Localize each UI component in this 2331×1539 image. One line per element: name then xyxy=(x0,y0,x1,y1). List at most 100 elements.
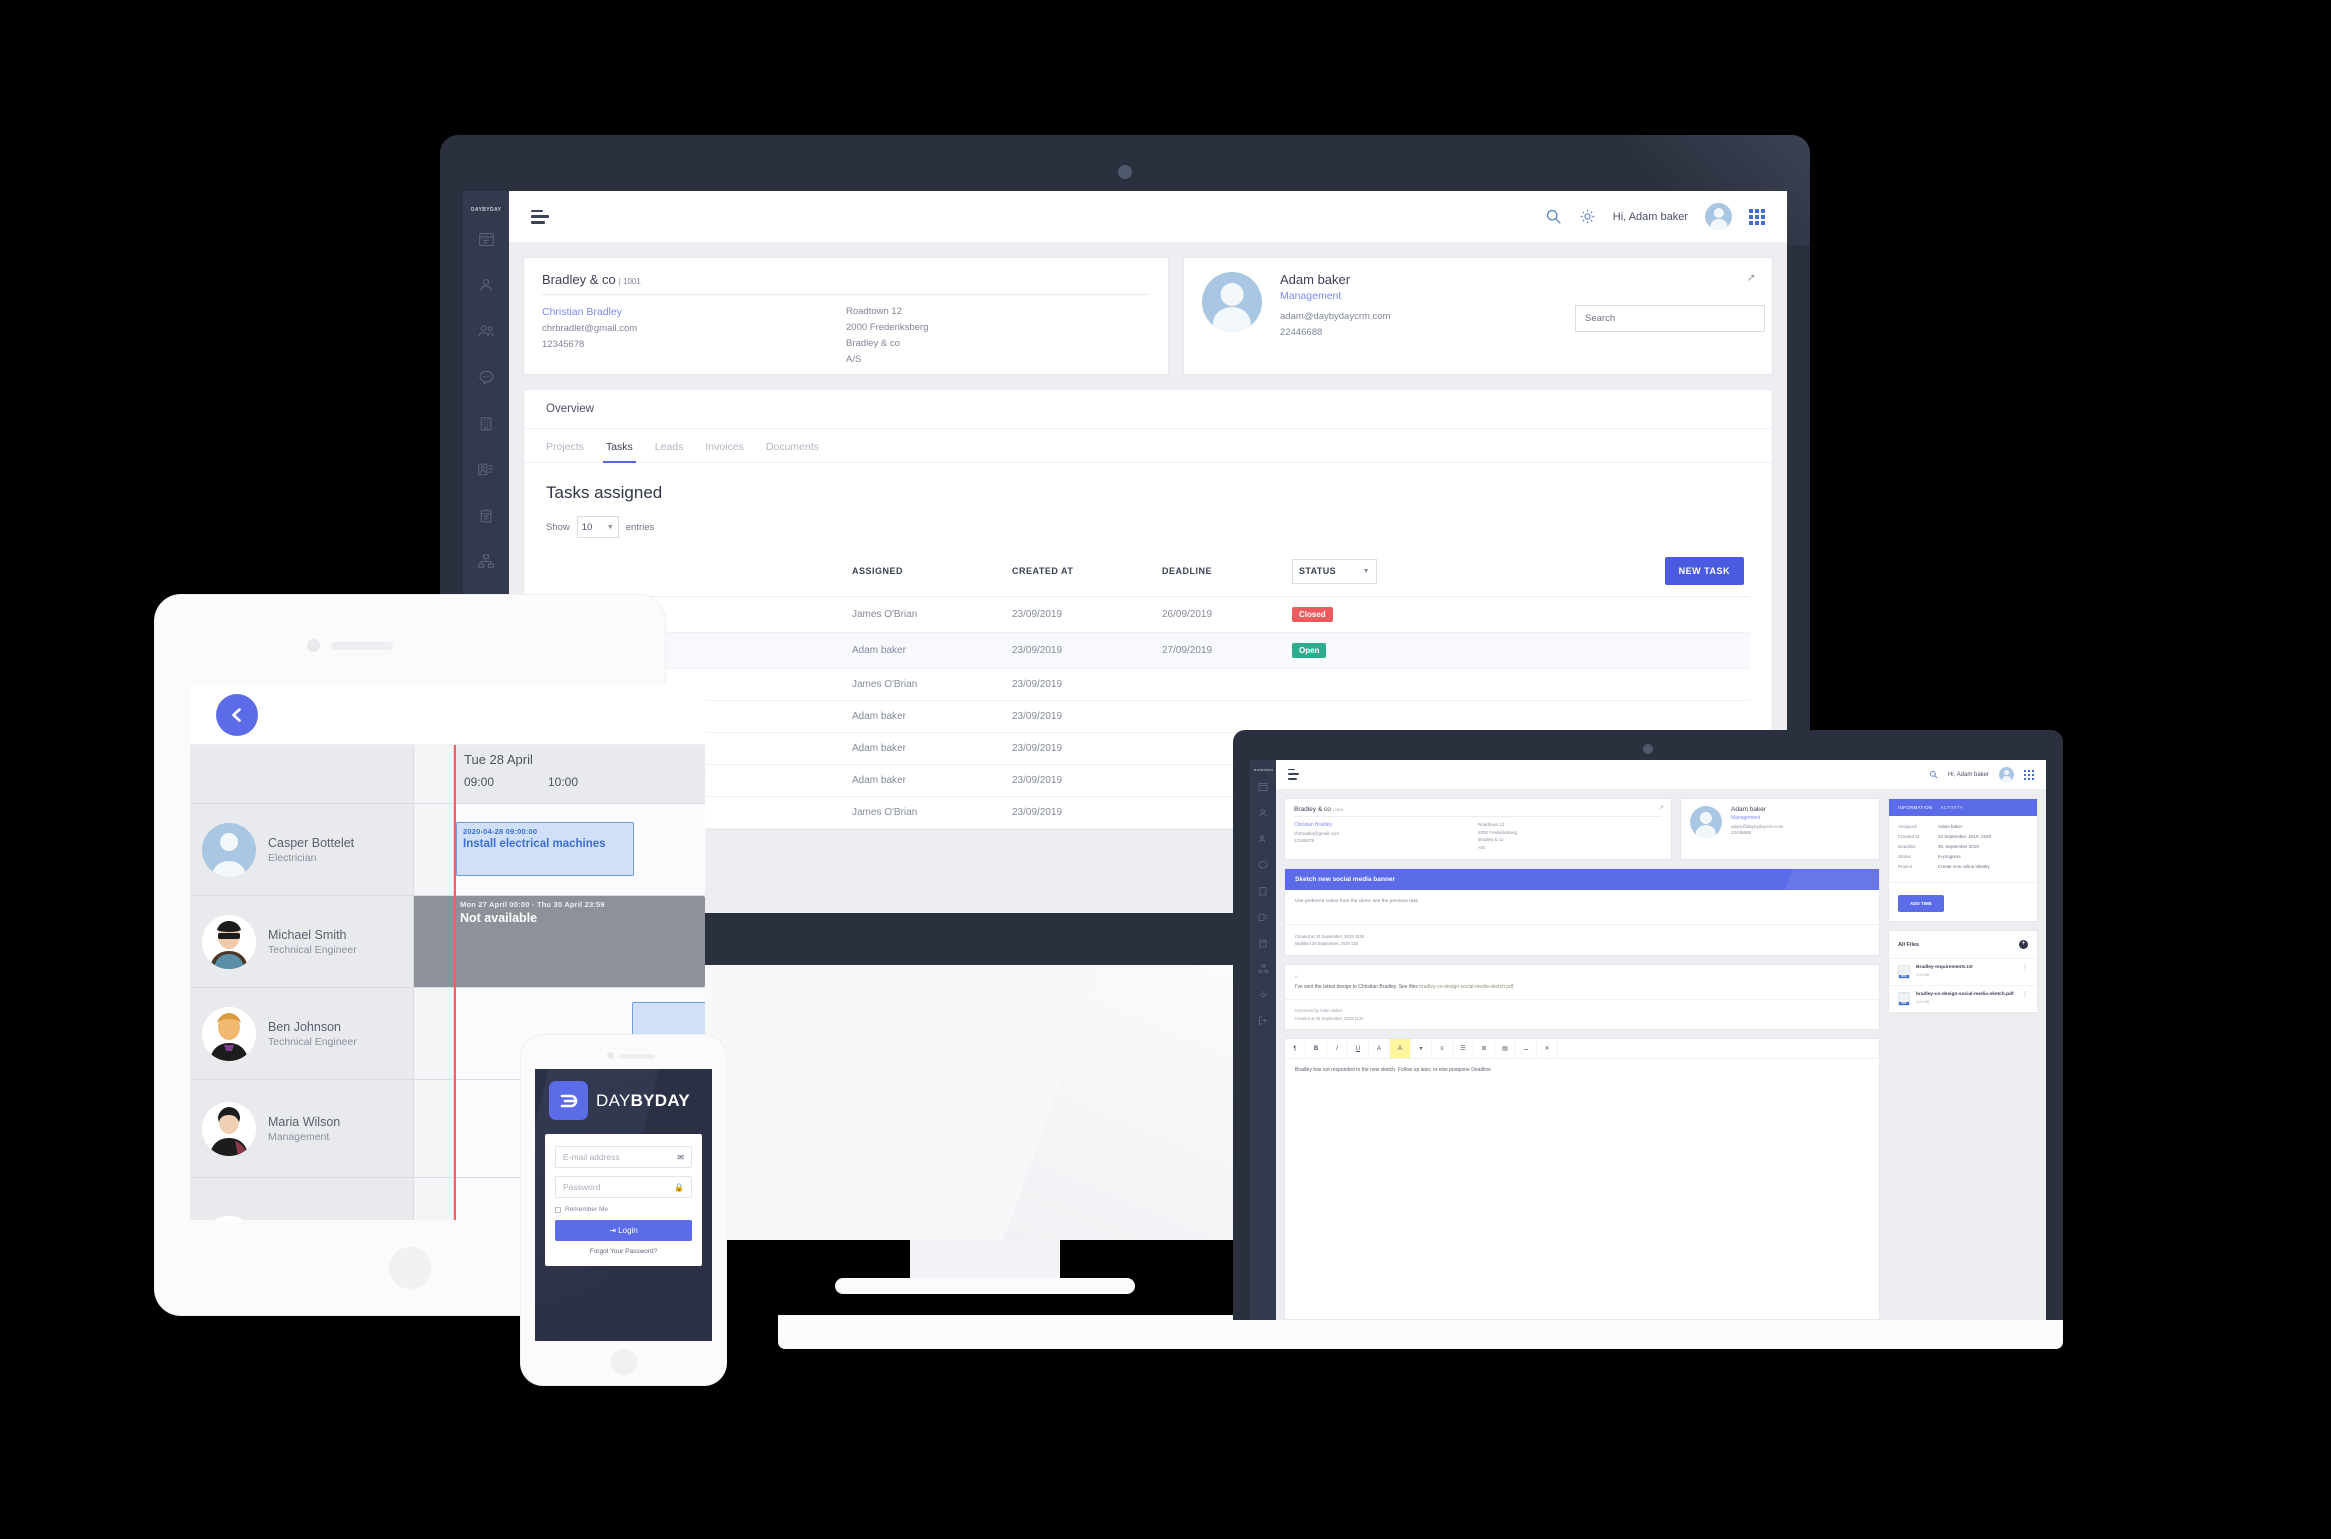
avatar[interactable] xyxy=(1999,767,2014,782)
sidebar-item-settings[interactable] xyxy=(1250,983,1276,1006)
status-filter-select[interactable]: STATUS ▼ xyxy=(1292,558,1377,584)
sidebar-item-companies[interactable] xyxy=(1250,879,1276,902)
tab-invoices[interactable]: Invoices xyxy=(705,429,744,462)
entries-per-page-select[interactable]: 10 ▼ xyxy=(576,516,619,538)
highlight-icon[interactable]: A xyxy=(1390,1039,1411,1059)
calendar-slots[interactable]: 2020-04-28 09:00:00 Install electrical m… xyxy=(454,804,705,895)
share-arrow-icon[interactable]: ➚ xyxy=(1747,271,1756,284)
add-time-button[interactable]: ADD TIME xyxy=(1898,895,1944,912)
calendar-person[interactable]: Sarah Lewis Electrician xyxy=(190,1178,414,1220)
gear-icon[interactable] xyxy=(1579,208,1596,225)
sidebar-item-user[interactable] xyxy=(1250,801,1276,824)
ordered-list-icon[interactable]: ≡ xyxy=(1432,1039,1453,1059)
paragraph-style-icon[interactable]: ¶ xyxy=(1285,1039,1306,1059)
link-icon[interactable]: ⚊ xyxy=(1516,1039,1537,1059)
sidebar-item-projects[interactable] xyxy=(1250,957,1276,980)
sidebar-item-leads[interactable] xyxy=(1250,853,1276,876)
tablet-home-button[interactable] xyxy=(389,1247,431,1289)
underline-icon[interactable]: U xyxy=(1348,1039,1369,1059)
sidebar-item-users[interactable] xyxy=(463,311,509,351)
table-row[interactable]: rrectly Adam baker 23/09/2019 27/09/2019… xyxy=(546,632,1750,669)
calendar-offgrid-cell xyxy=(414,896,454,987)
col-assigned[interactable]: ASSIGNED xyxy=(846,546,1006,597)
forgot-password-link[interactable]: Forgot Your Password? xyxy=(555,1248,692,1255)
kebab-menu-icon[interactable]: ⋮ xyxy=(2022,965,2028,971)
hamburger-menu-icon[interactable] xyxy=(531,209,549,224)
company-contact-name[interactable]: Christian Bradley xyxy=(542,306,846,318)
tab-information[interactable]: INFORMATION xyxy=(1898,805,1932,810)
table-row[interactable]: links to web design James O'Brian 23/09/… xyxy=(546,596,1750,633)
email-field[interactable]: E-mail address ✉ xyxy=(555,1146,692,1168)
hamburger-menu-icon[interactable] xyxy=(1288,768,1299,781)
search-input[interactable]: Search xyxy=(1575,305,1765,332)
sidebar-item-invoices[interactable] xyxy=(463,495,509,535)
login-button[interactable]: ⇥ Login xyxy=(555,1220,692,1241)
clear-format-icon[interactable]: ✕ xyxy=(1537,1039,1558,1059)
kebab-menu-icon[interactable]: ⋮ xyxy=(2022,992,2028,998)
list-item[interactable]: DOC Bradley-requirements.txt 0.00 MB ⋮ xyxy=(1889,958,2037,985)
sidebar-logo[interactable]: DAYBYDAY xyxy=(1254,768,1276,772)
user-info: Adam baker Management adam@daybydaycrm.c… xyxy=(1280,272,1391,360)
tab-activity[interactable]: ACTIVITY xyxy=(1940,805,1963,810)
table-row[interactable]: t web design James O'Brian 23/09/2019 xyxy=(546,668,1750,701)
calendar-person[interactable]: Maria Wilson Management xyxy=(190,1080,414,1177)
editor-text[interactable]: Bradley has not responded to the new ske… xyxy=(1285,1059,1879,1081)
apps-grid-icon[interactable] xyxy=(2024,769,2034,780)
person-role: Technical Engineer xyxy=(268,1035,357,1048)
table-row[interactable]: ess card Adam baker 23/09/2019 xyxy=(546,700,1750,733)
sidebar-item-users[interactable] xyxy=(1250,827,1276,850)
sidebar-item-invoices[interactable] xyxy=(1250,931,1276,954)
calendar-event-unavailable[interactable]: Mon 27 April 00:00 - Thu 30 April 23:59 … xyxy=(454,896,705,987)
company-contact-name[interactable]: Christian Bradley xyxy=(1294,822,1478,828)
sidebar-item-projects[interactable] xyxy=(463,541,509,581)
bullet-list-icon[interactable]: ☰ xyxy=(1453,1039,1474,1059)
calendar-person[interactable]: Casper Bottelet Electrician xyxy=(190,804,414,895)
comment-text: I've sent the latest design to Christian… xyxy=(1295,984,1418,991)
apps-grid-icon[interactable] xyxy=(1749,208,1765,225)
tab-documents[interactable]: Documents xyxy=(766,429,819,462)
sidebar-item-contacts[interactable] xyxy=(463,449,509,489)
comment-file-link[interactable]: bradley-co-design-social-media-sketch.pd… xyxy=(1419,984,1513,990)
chevron-down-icon[interactable]: ▾ xyxy=(1411,1039,1432,1059)
bold-icon[interactable]: B xyxy=(1306,1039,1327,1059)
sidebar-item-user[interactable] xyxy=(463,265,509,305)
row-key: Status xyxy=(1898,854,1911,859)
sidebar-item-companies[interactable] xyxy=(463,403,509,443)
password-field[interactable]: Password 🔒 xyxy=(555,1176,692,1198)
col-deadline[interactable]: DEADLINE xyxy=(1156,546,1286,597)
sidebar-item-dashboard[interactable] xyxy=(1250,775,1276,798)
cell-deadline xyxy=(1156,668,1286,701)
col-task[interactable] xyxy=(546,546,846,597)
sidebar-item-logout[interactable] xyxy=(1250,1009,1276,1032)
new-task-button[interactable]: NEW TASK xyxy=(1664,557,1744,585)
sidebar-item-dashboard[interactable] xyxy=(463,219,509,259)
indent-icon[interactable]: ▤ xyxy=(1495,1039,1516,1059)
chevron-left-icon[interactable] xyxy=(216,693,258,736)
share-arrow-icon[interactable]: ➚ xyxy=(1659,804,1664,811)
align-icon[interactable]: ≣ xyxy=(1474,1039,1495,1059)
navbar-greeting[interactable]: Hi, Adam baker xyxy=(1948,772,1989,778)
tab-projects[interactable]: Projects xyxy=(546,429,584,462)
phone-home-button[interactable] xyxy=(610,1349,637,1375)
tab-tasks[interactable]: Tasks xyxy=(602,429,636,463)
sidebar-logo[interactable]: DAYBYDAY xyxy=(471,207,509,213)
row-value: Adam baker xyxy=(1938,824,1963,829)
tab-leads[interactable]: Leads xyxy=(655,429,684,462)
plus-circle-icon[interactable]: + xyxy=(2019,940,2028,949)
remember-me-checkbox[interactable]: Remember Me xyxy=(555,1206,692,1213)
col-created-at[interactable]: CREATED AT xyxy=(1006,546,1156,597)
text-color-icon[interactable]: A xyxy=(1369,1039,1390,1059)
sidebar-item-leads[interactable] xyxy=(463,357,509,397)
calendar-slots[interactable]: Mon 27 April 00:00 - Thu 30 April 23:59 … xyxy=(454,896,705,987)
calendar-event[interactable]: 2020-04-28 09:00:00 Install electrical m… xyxy=(456,822,634,876)
search-icon[interactable] xyxy=(1929,770,1938,779)
avatar[interactable] xyxy=(1705,203,1732,230)
list-item[interactable]: PDF bradley-co-design-social-media-sketc… xyxy=(1889,985,2037,1012)
calendar-person[interactable]: Ben Johnson Technical Engineer xyxy=(190,988,414,1079)
avatar xyxy=(202,822,256,877)
calendar-person[interactable]: Michael Smith Technical Engineer xyxy=(190,896,414,987)
search-icon[interactable] xyxy=(1545,208,1562,225)
navbar-greeting[interactable]: Hi, Adam baker xyxy=(1613,211,1688,223)
italic-icon[interactable]: I xyxy=(1327,1039,1348,1059)
sidebar-item-contacts[interactable] xyxy=(1250,905,1276,928)
